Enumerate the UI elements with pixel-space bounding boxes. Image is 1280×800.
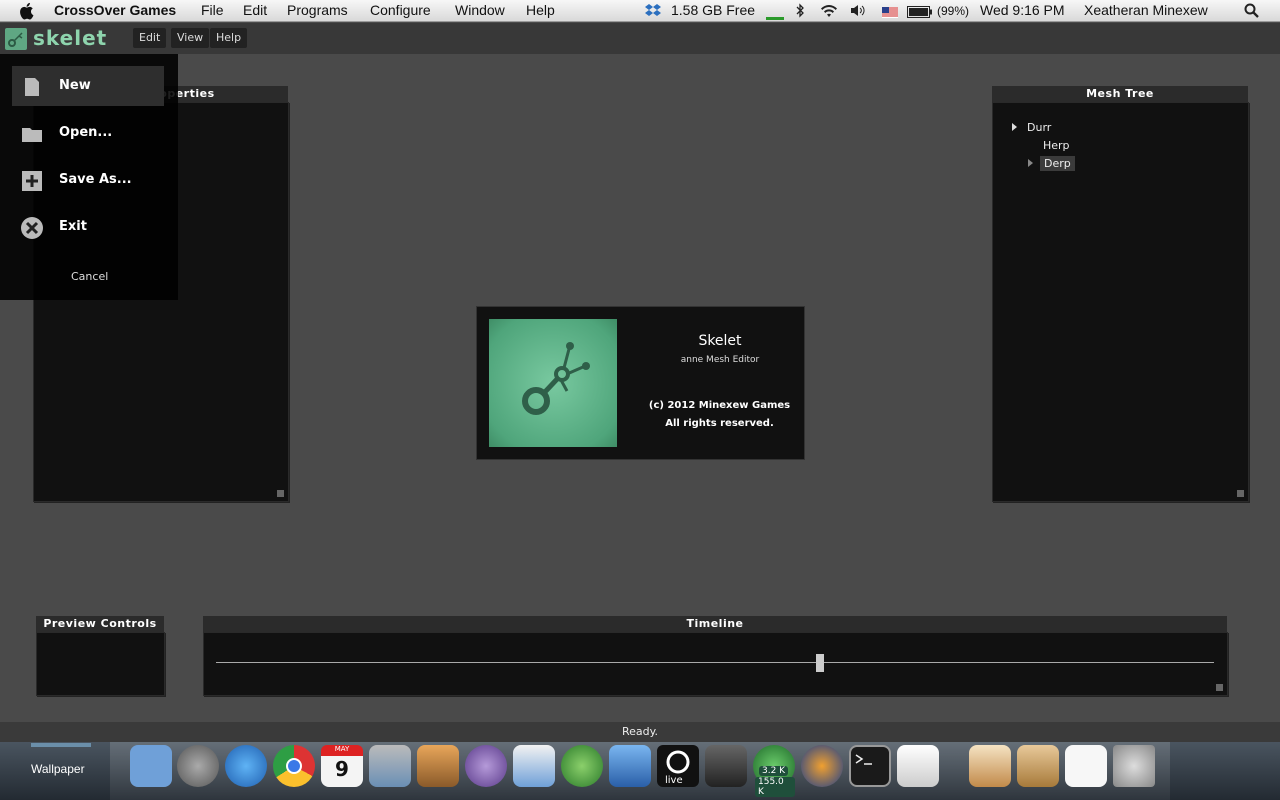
menubar-programs[interactable]: Programs (287, 2, 348, 18)
launchpad-icon[interactable] (177, 745, 219, 787)
trash-icon[interactable] (1113, 745, 1155, 787)
dock: Wallpaper MAY 9 live 3.2 K 155.0 K (0, 742, 1280, 800)
menubar-help[interactable]: Help (526, 2, 555, 18)
timeline-header: Timeline (203, 616, 1227, 632)
apple-logo-icon[interactable] (18, 1, 36, 21)
about-copyright: (c) 2012 Minexew Games All rights reserv… (637, 397, 802, 433)
file-menu-cancel[interactable]: Cancel (71, 270, 108, 283)
status-text: Ready. (621, 725, 659, 738)
mesh-tree-panel[interactable]: Durr Herp Derp (992, 102, 1249, 502)
resize-grip[interactable] (277, 490, 284, 497)
menubar-edit[interactable]: Edit (243, 2, 267, 18)
spotlight-search-icon[interactable] (1244, 3, 1259, 21)
tree-node-durr[interactable]: Durr (1027, 121, 1051, 134)
chrome-icon[interactable] (273, 745, 315, 787)
bluetooth-icon[interactable] (795, 3, 805, 21)
us-flag-icon[interactable] (882, 5, 898, 21)
timeline-scrubber[interactable] (815, 654, 824, 672)
close-icon (21, 217, 43, 239)
tree-node-derp[interactable]: Derp (1040, 156, 1075, 171)
wallpaper-label[interactable]: Wallpaper (31, 762, 85, 776)
disk-free-text[interactable]: 1.58 GB Free (671, 2, 755, 18)
about-dialog[interactable]: Skelet anne Mesh Editor (c) 2012 Minexew… (476, 306, 805, 460)
app-menu-edit[interactable]: Edit (133, 28, 167, 48)
dropbox-icon[interactable] (645, 3, 661, 21)
file-menu-open-label: Open... (59, 125, 113, 140)
tree-node-herp[interactable]: Herp (1043, 139, 1070, 152)
app-menu-help[interactable]: Help (210, 28, 248, 48)
calendar-icon[interactable]: MAY 9 (321, 745, 363, 787)
steam-icon[interactable] (705, 745, 747, 787)
calendar-day: 9 (335, 757, 349, 781)
utorrent-upload-speed: 3.2 K (759, 766, 789, 776)
calendar-month: MAY (321, 745, 363, 756)
xcode-icon[interactable] (609, 745, 651, 787)
file-menu-exit-label: Exit (59, 219, 87, 234)
copyright-line: (c) 2012 Minexew Games (648, 400, 791, 411)
ical-app-icon[interactable] (465, 745, 507, 787)
app-title: skelet (33, 26, 108, 50)
plus-icon (22, 171, 42, 191)
menubar-app-name[interactable]: CrossOver Games (54, 2, 176, 18)
adium-icon[interactable] (561, 745, 603, 787)
about-subtitle: anne Mesh Editor (680, 355, 760, 365)
battery-percent[interactable]: (99%) (937, 4, 969, 18)
user-name[interactable]: Xeatheran Minexew (1084, 2, 1208, 18)
address-book-icon[interactable] (1017, 745, 1059, 787)
menubar-configure[interactable]: Configure (370, 2, 431, 18)
clock-text[interactable]: Wed 9:16 PM (980, 2, 1065, 18)
textedit-icon[interactable] (897, 745, 939, 787)
status-bar: Ready. (0, 722, 1280, 742)
app-menu-view[interactable]: View (171, 28, 210, 48)
timeline-track[interactable] (216, 662, 1214, 663)
keynote-icon[interactable] (417, 745, 459, 787)
file-menu-exit[interactable]: Exit (12, 207, 164, 247)
utorrent-download-speed: 155.0 K (755, 777, 795, 797)
file-menu-new[interactable]: New (12, 66, 164, 106)
disk-meter-icon[interactable] (766, 8, 784, 24)
mac-menubar: CrossOver Games File Edit Programs Confi… (0, 0, 1280, 22)
about-title: Skelet (698, 333, 742, 349)
home-folder-icon[interactable] (969, 745, 1011, 787)
menubar-file[interactable]: File (201, 2, 224, 18)
file-menu-new-label: New (59, 78, 91, 93)
ableton-live-icon[interactable]: live (657, 745, 699, 787)
windows-app-icon[interactable] (369, 745, 411, 787)
resize-grip[interactable] (1216, 684, 1223, 691)
file-menu-dropdown: New Open... Save As... Exit Cancel (0, 54, 178, 300)
numbers-icon[interactable] (513, 745, 555, 787)
file-menu-open[interactable]: Open... (12, 113, 164, 153)
preview-controls-header: Preview Controls (36, 616, 164, 632)
file-menu-save-as-label: Save As... (59, 172, 132, 187)
wifi-icon[interactable] (819, 3, 839, 21)
documents-stack-icon[interactable] (1065, 745, 1107, 787)
app-toolbar: skelet Edit View Help (0, 23, 1280, 54)
terminal-icon[interactable] (849, 745, 891, 787)
game-icon[interactable] (801, 745, 843, 787)
finder-icon[interactable] (130, 745, 172, 787)
resize-grip[interactable] (1237, 490, 1244, 497)
skelet-logo-image (489, 319, 617, 447)
wallpaper-stack-icon[interactable] (31, 743, 91, 747)
battery-icon[interactable] (907, 5, 933, 21)
expand-arrow-icon[interactable] (1012, 123, 1017, 131)
skelet-logo-icon (5, 28, 27, 50)
app-store-icon[interactable] (225, 745, 267, 787)
file-menu-save-as[interactable]: Save As... (12, 160, 164, 200)
menubar-window[interactable]: Window (455, 2, 505, 18)
volume-icon[interactable] (850, 3, 866, 21)
rights-line: All rights reserved. (665, 418, 774, 429)
expand-arrow-icon[interactable] (1028, 159, 1033, 167)
new-file-icon (25, 78, 39, 96)
timeline-panel[interactable] (203, 632, 1228, 696)
svg-text:live: live (665, 775, 683, 786)
utorrent-icon[interactable]: 3.2 K 155.0 K (753, 745, 795, 797)
preview-controls-panel[interactable] (36, 632, 165, 696)
mesh-tree-header: Mesh Tree (992, 86, 1248, 102)
folder-icon (22, 128, 42, 142)
